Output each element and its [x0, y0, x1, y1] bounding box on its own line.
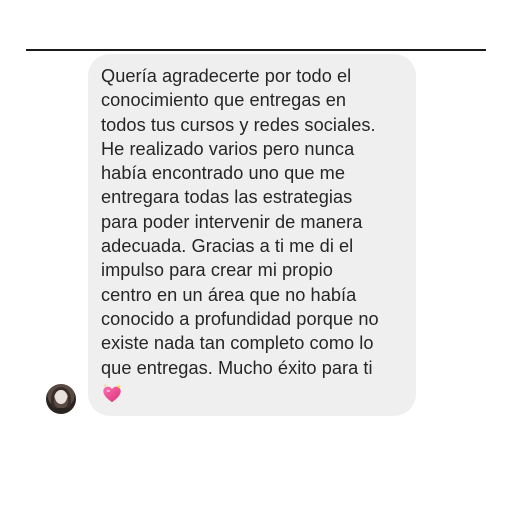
emoji-line [101, 380, 404, 405]
message-line: había encontrado uno que me [101, 163, 346, 184]
message-line: entregara todas las estrategias [101, 187, 353, 208]
message-line: conocimiento que entregas en [101, 90, 347, 111]
message-line: que entregas. Mucho éxito para ti [101, 357, 373, 378]
message-line: para poder intervenir de manera [101, 211, 363, 232]
message-line: centro en un área que no había [101, 284, 357, 305]
message-bubble[interactable]: Quería agradecerte por todo el conocimie… [88, 54, 416, 416]
sparkling-heart-icon [103, 383, 122, 403]
message-line: existe nada tan completo como lo [101, 333, 374, 354]
message-line: adecuada. Gracias a ti me di el [101, 236, 354, 257]
message-line: impulso para crear mi propio [101, 260, 333, 281]
message-line: todos tus cursos y redes sociales. [101, 114, 376, 135]
message-line: He realizado varios pero nunca [101, 138, 355, 159]
avatar-face [55, 390, 67, 404]
message-row: Quería agradecerte por todo el conocimie… [0, 0, 512, 512]
message-line: conocido a profundidad porque no [101, 308, 379, 329]
message-line: Quería agradecerte por todo el [101, 66, 352, 86]
sender-avatar[interactable] [46, 384, 76, 414]
message-text: Quería agradecerte por todo el conocimie… [101, 64, 404, 405]
